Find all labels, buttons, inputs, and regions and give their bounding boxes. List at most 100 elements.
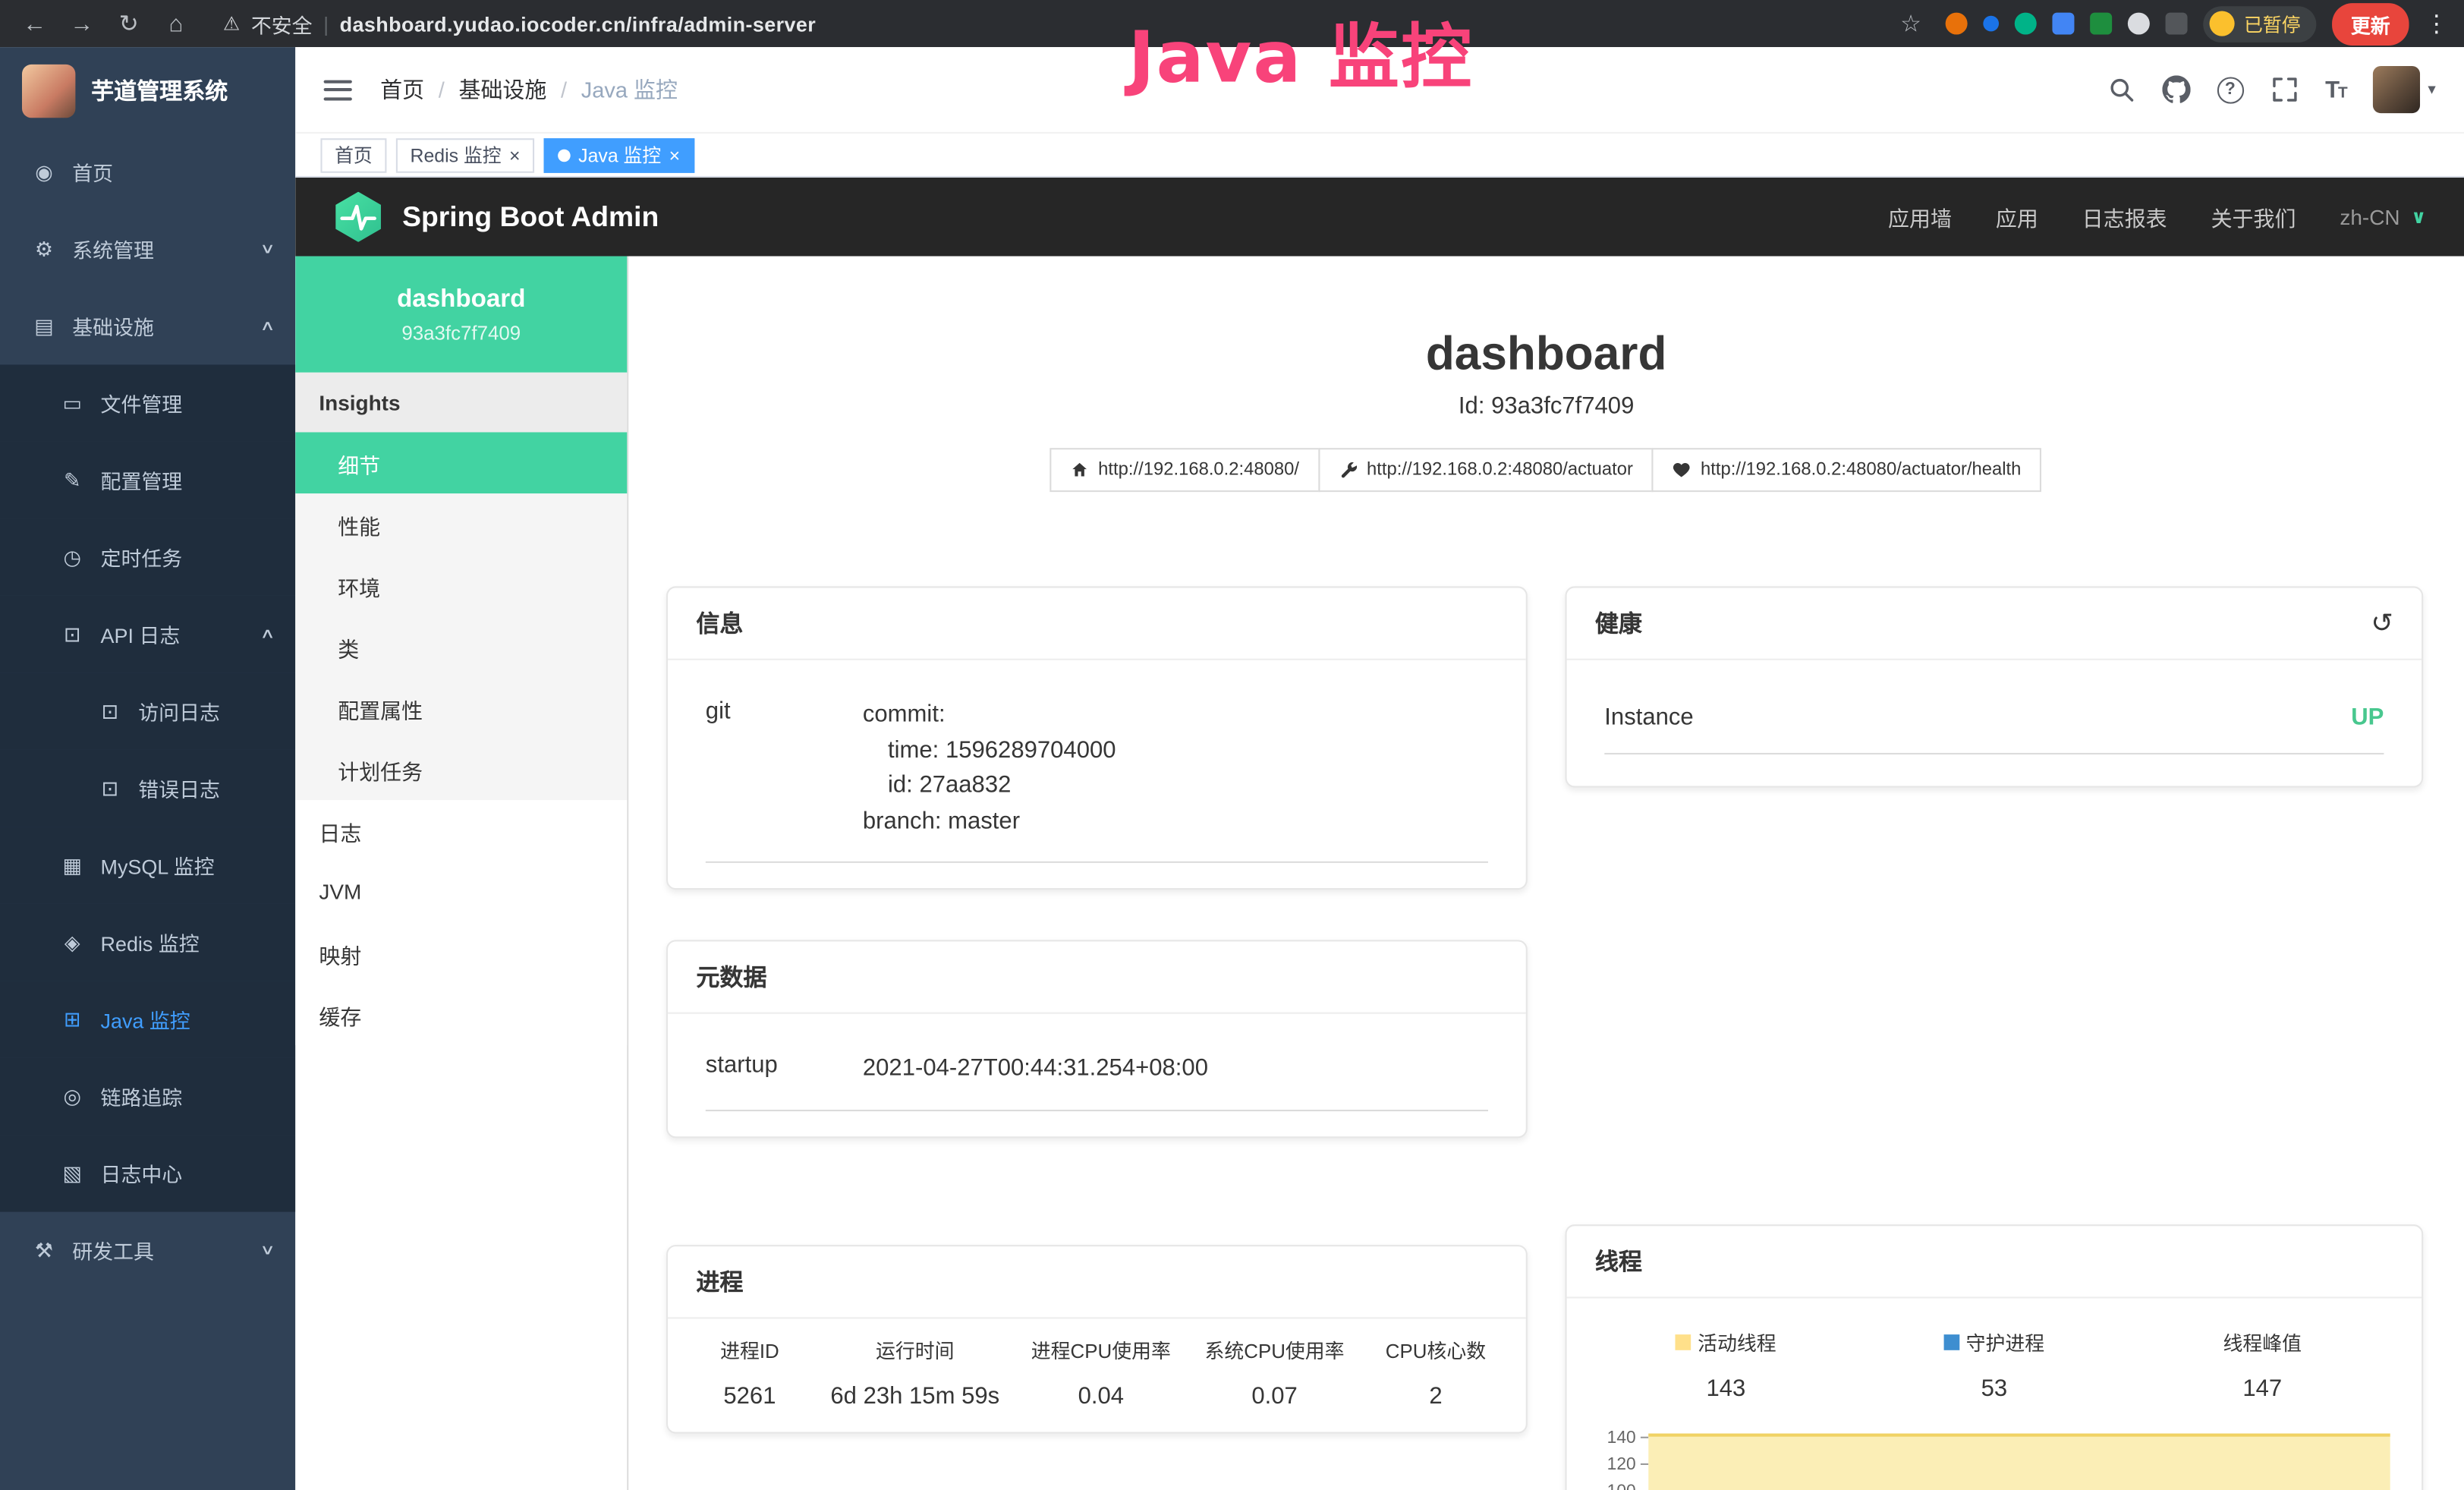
breadcrumb: 首页 / 基础设施 / Java 监控 (380, 74, 678, 105)
extension-puzzle-icon[interactable] (2165, 13, 2187, 35)
sidebar-item-access-logs[interactable]: ⊡ 访问日志 (0, 673, 295, 749)
service-url-link[interactable]: http://192.168.0.2:48080/ (1049, 448, 1320, 492)
chevron-up-icon: ∧ (260, 625, 275, 643)
close-icon[interactable]: × (509, 146, 521, 165)
sba-nav-wallboard[interactable]: 应用墙 (1888, 201, 1952, 232)
github-icon[interactable] (2162, 75, 2190, 103)
breadcrumb-home[interactable]: 首页 (380, 74, 424, 105)
sidebar-item-config-management[interactable]: ✎ 配置管理 (0, 442, 295, 518)
sba-item-config-props[interactable]: 配置属性 (295, 678, 627, 739)
sidebar-item-system[interactable]: ⚙ 系统管理 ∨ (0, 210, 295, 287)
back-icon[interactable]: ← (16, 10, 54, 36)
home-icon (1070, 461, 1089, 480)
sidebar-item-trace[interactable]: ◎ 链路追踪 (0, 1058, 295, 1135)
process-table: 进程ID 5261 运行时间 6d 23h 15m 59s (668, 1318, 1526, 1431)
sidebar-item-infrastructure[interactable]: ▤ 基础设施 ∧ (0, 288, 295, 364)
home-icon[interactable]: ⌂ (157, 10, 195, 36)
sidebar-item-java-monitor[interactable]: ⊞ Java 监控 (0, 981, 295, 1057)
update-button[interactable]: 更新 (2332, 2, 2409, 45)
sidebar-item-api-logs[interactable]: ⊡ API 日志 ∧ (0, 596, 295, 673)
breadcrumb-infrastructure[interactable]: 基础设施 (458, 74, 546, 105)
sidebar-item-home[interactable]: ◉ 首页 (0, 134, 295, 210)
sba-item-caches[interactable]: 缓存 (295, 984, 627, 1045)
browser-menu-icon[interactable]: ⋮ (2425, 9, 2448, 37)
extension-icon[interactable] (2052, 13, 2074, 35)
sba-navbar: Spring Boot Admin 应用墙 应用 日志报表 关于我们 zh-CN… (295, 178, 2464, 257)
sba-item-metrics[interactable]: 性能 (295, 493, 627, 555)
font-size-icon[interactable]: TT (2325, 76, 2346, 102)
help-icon[interactable]: ? (2217, 76, 2243, 102)
extension-on-toggle-icon[interactable] (2090, 13, 2112, 35)
url-text: dashboard.yudao.iocoder.cn/infra/admin-s… (340, 12, 817, 36)
system-icon: ⚙ (31, 237, 56, 262)
sba-item-scheduled-tasks[interactable]: 计划任务 (295, 739, 627, 800)
tags-view: 首页 Redis 监控 × Java 监控 × (295, 134, 2464, 178)
profile-avatar (2209, 11, 2234, 36)
column-header: 进程ID (684, 1334, 816, 1363)
sba-nav-journal[interactable]: 日志报表 (2082, 201, 2167, 232)
infrastructure-icon: ▤ (31, 313, 56, 339)
address-bar[interactable]: ⚠ 不安全 | dashboard.yudao.iocoder.cn/infra… (223, 8, 816, 38)
threads-card: 线程 活动线程 14 (1566, 1224, 2424, 1490)
sidebar-item-error-logs[interactable]: ⊡ 错误日志 (0, 750, 295, 827)
app-sidebar: 芋道管理系统 ◉ 首页 ⚙ 系统管理 ∨ ▤ 基础设施 ∧ ▭ 文件管理 ✎ (0, 47, 295, 1490)
redis-icon: ◈ (60, 930, 85, 955)
extension-icon[interactable] (2015, 13, 2037, 35)
chevron-down-icon: ∨ (260, 1242, 275, 1259)
sidebar-item-devtools[interactable]: ⚒ 研发工具 ∨ (0, 1212, 295, 1289)
sba-item-mappings[interactable]: 映射 (295, 923, 627, 984)
sba-item-environment[interactable]: 环境 (295, 555, 627, 616)
startup-row: startup 2021-04-27T00:44:31.254+08:00 (706, 1033, 1488, 1111)
annotation-text: Java 监控 (1128, 0, 1474, 102)
paused-label: 已暂停 (2244, 10, 2301, 36)
tab-home[interactable]: 首页 (320, 137, 386, 172)
dashboard-icon: ◉ (31, 159, 56, 184)
sba-item-classes[interactable]: 类 (295, 616, 627, 678)
tab-java-monitor[interactable]: Java 监控 × (544, 137, 694, 172)
tab-redis-monitor[interactable]: Redis 监控 × (396, 137, 534, 172)
user-menu[interactable]: ▾ (2373, 66, 2436, 113)
sba-item-logs[interactable]: 日志 (295, 800, 627, 862)
sba-item-details[interactable]: 细节 (295, 432, 627, 493)
sba-sidebar: dashboard 93a3fc7f7409 Insights 细节 性能 环境… (295, 257, 628, 1490)
column-header: CPU核心数 (1361, 1334, 1510, 1363)
close-icon[interactable]: × (669, 146, 681, 165)
legend-daemon-threads: 守护进程 53 (1860, 1308, 2128, 1402)
sidebar-item-log-center[interactable]: ▧ 日志中心 (0, 1135, 295, 1211)
threads-card-title: 线程 (1595, 1245, 1642, 1277)
threads-chart: 140 120 100 (1592, 1424, 2396, 1490)
actuator-url-link[interactable]: http://192.168.0.2:48080/actuator (1318, 448, 1654, 492)
breadcrumb-current: Java 监控 (581, 74, 678, 105)
extension-icon[interactable] (1946, 13, 1968, 35)
sidebar-item-scheduled-tasks[interactable]: ◷ 定时任务 (0, 518, 295, 595)
screen: ← → ↻ ⌂ ⚠ 不安全 | dashboard.yudao.iocoder.… (0, 0, 2464, 1490)
sidebar-item-file-management[interactable]: ▭ 文件管理 (0, 364, 295, 441)
history-icon[interactable]: ↺ (2371, 607, 2393, 638)
search-icon[interactable] (2107, 75, 2135, 103)
sba-item-jvm[interactable]: JVM (295, 862, 627, 923)
extension-icon[interactable] (1983, 16, 1999, 32)
instance-header[interactable]: dashboard 93a3fc7f7409 (295, 257, 627, 373)
cell-value: 2 (1361, 1382, 1510, 1409)
page-title: dashboard (628, 329, 2464, 382)
extension-icon[interactable] (2128, 13, 2150, 35)
reload-icon[interactable]: ↻ (110, 9, 148, 37)
column-header: 运行时间 (816, 1334, 1014, 1363)
user-avatar (2373, 66, 2420, 113)
bookmark-star-icon[interactable]: ☆ (1892, 9, 1930, 37)
hamburger-icon[interactable] (324, 80, 352, 100)
profile-paused-chip[interactable]: 已暂停 (2203, 5, 2316, 42)
metadata-card-title: 元数据 (696, 960, 766, 993)
sidebar-item-redis-monitor[interactable]: ◈ Redis 监控 (0, 904, 295, 981)
daemon-threads-swatch (1944, 1334, 1960, 1350)
metadata-card: 元数据 startup 2021-04-27T00:44:31.254+08:0… (666, 940, 1528, 1137)
app-logo[interactable]: 芋道管理系统 (0, 47, 295, 134)
fullscreen-icon[interactable] (2270, 75, 2299, 103)
column-header: 系统CPU使用率 (1188, 1334, 1361, 1363)
health-url-link[interactable]: http://192.168.0.2:48080/actuator/health (1652, 448, 2041, 492)
sidebar-item-mysql-monitor[interactable]: ▦ MySQL 监控 (0, 827, 295, 903)
sba-nav-applications[interactable]: 应用 (1996, 201, 2038, 232)
locale-select[interactable]: zh-CN ∨ (2340, 205, 2426, 228)
sba-nav-about[interactable]: 关于我们 (2211, 201, 2296, 232)
forward-icon[interactable]: → (63, 10, 101, 36)
